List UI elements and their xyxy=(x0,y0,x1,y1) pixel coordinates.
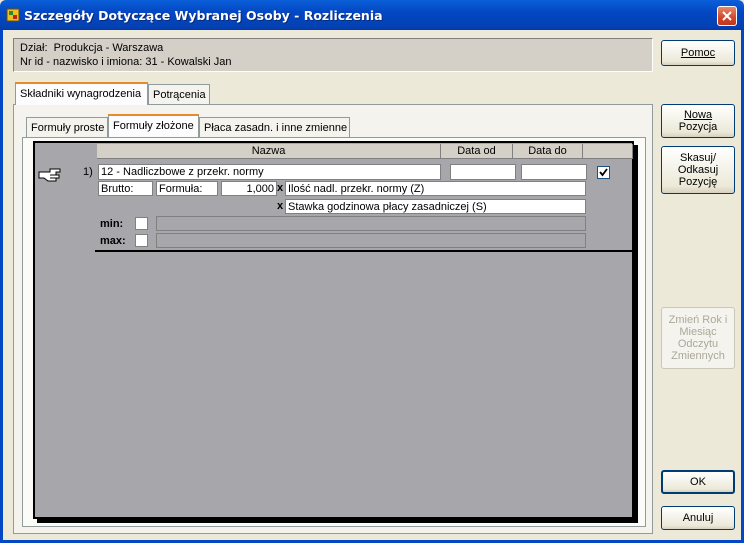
tab-complex-formulas-label: Formuły złożone xyxy=(113,120,194,132)
person-info-panel: Dział: Produkcja - Warszawa Nr id - nazw… xyxy=(13,38,653,72)
column-header-name-label: Nazwa xyxy=(251,145,286,157)
column-header-date-to[interactable]: Data do xyxy=(513,144,583,159)
cancel-button-label: Anuluj xyxy=(682,512,714,524)
min-label: min: xyxy=(100,218,124,230)
variable-1-field[interactable]: Ilość nadl. przekr. normy (Z) xyxy=(285,181,586,196)
formula-label-field: Formuła: xyxy=(156,181,218,196)
title-bar: Szczegóły Dotyczące Wybranej Osoby - Roz… xyxy=(0,0,744,30)
window-frame-left xyxy=(0,30,3,543)
new-position-label-2: Pozycja xyxy=(678,121,718,133)
help-button-label: Pomoc xyxy=(680,47,716,59)
factor-field[interactable]: 1,000 xyxy=(221,181,277,196)
person-line: Nr id - nazwisko i imiona: 31 - Kowalski… xyxy=(20,56,232,68)
department-label: Dział: xyxy=(20,42,48,54)
new-position-label-1: Nowa xyxy=(683,109,713,121)
person-value: 31 - Kowalski Jan xyxy=(145,56,232,68)
min-value-field[interactable] xyxy=(156,216,586,231)
variable-2-field[interactable]: Stawka godzinowa płacy zasadniczej (S) xyxy=(285,199,586,214)
cancel-button[interactable]: Anuluj xyxy=(661,506,735,530)
department-line: Dział: Produkcja - Warszawa xyxy=(20,42,163,54)
tab-simple-formulas[interactable]: Formuły proste xyxy=(26,117,108,137)
tab-base-pay-variables-label: Płaca zasadn. i inne zmienne xyxy=(204,122,348,134)
max-checkbox[interactable] xyxy=(135,234,148,247)
delete-position-label-3: Pozycję xyxy=(678,176,718,188)
delete-position-button[interactable]: Skasuj/ Odkasuj Pozycję xyxy=(661,146,735,194)
close-icon xyxy=(722,11,732,21)
row-pointer-hand-icon xyxy=(38,168,61,182)
tab-salary-components[interactable]: Składniki wynagrodzenia xyxy=(15,82,148,105)
delete-position-label-2: Odkasuj xyxy=(677,164,719,176)
tab-simple-formulas-label: Formuły proste xyxy=(31,122,105,134)
delete-position-label-1: Skasuj/ xyxy=(679,152,717,164)
grid-shadow-bottom xyxy=(37,519,638,523)
grid-shadow-right xyxy=(634,145,638,523)
column-header-blank xyxy=(583,144,633,159)
row-index: 1) xyxy=(83,166,93,178)
change-period-label-2: Miesiąc xyxy=(679,326,717,338)
help-button[interactable]: Pomoc xyxy=(661,40,735,66)
formula-grid: Nazwa Data od Data do 1) 12 - Nadliczbow… xyxy=(33,141,634,519)
position-name-field[interactable]: 12 - Nadliczbowe z przekr. normy xyxy=(98,164,441,180)
max-value-field[interactable] xyxy=(156,233,586,248)
column-header-name[interactable]: Nazwa xyxy=(97,144,441,159)
change-period-label-1: Zmień Rok i xyxy=(668,314,728,326)
window-title: Szczegóły Dotyczące Wybranej Osoby - Roz… xyxy=(24,8,383,23)
date-to-field[interactable] xyxy=(521,164,587,180)
app-icon xyxy=(6,8,20,22)
multiply-operator-1: x xyxy=(277,182,284,194)
row-separator xyxy=(95,250,632,252)
change-period-label-4: Zmiennych xyxy=(671,350,725,362)
multiply-operator-2: x xyxy=(277,200,284,212)
new-position-button[interactable]: Nowa Pozycja xyxy=(661,104,735,138)
tab-deductions-label: Potrącenia xyxy=(153,89,206,101)
tab-deductions[interactable]: Potrącenia xyxy=(148,84,210,104)
min-checkbox[interactable] xyxy=(135,217,148,230)
column-header-date-from-label: Data od xyxy=(457,145,496,157)
type-field[interactable]: Brutto: xyxy=(98,181,153,196)
change-period-button[interactable]: Zmień Rok i Miesiąc Odczytu Zmiennych xyxy=(661,307,735,369)
department-value: Produkcja - Warszawa xyxy=(53,42,164,54)
change-period-label-3: Odczytu xyxy=(677,338,719,350)
column-header-date-to-label: Data do xyxy=(528,145,567,157)
ok-button[interactable]: OK xyxy=(661,470,735,494)
ok-button-label: OK xyxy=(690,476,706,488)
max-label: max: xyxy=(100,235,126,247)
close-button[interactable] xyxy=(717,6,737,26)
tab-complex-formulas[interactable]: Formuły złożone xyxy=(108,114,199,137)
date-from-field[interactable] xyxy=(450,164,516,180)
tab-salary-components-label: Składniki wynagrodzenia xyxy=(20,88,142,100)
tab-base-pay-variables[interactable]: Płaca zasadn. i inne zmienne xyxy=(199,117,350,137)
person-label: Nr id - nazwisko i imiona: xyxy=(20,56,143,68)
row-active-checkbox[interactable] xyxy=(597,166,610,179)
checkmark-icon xyxy=(599,168,608,177)
column-header-date-from[interactable]: Data od xyxy=(441,144,513,159)
